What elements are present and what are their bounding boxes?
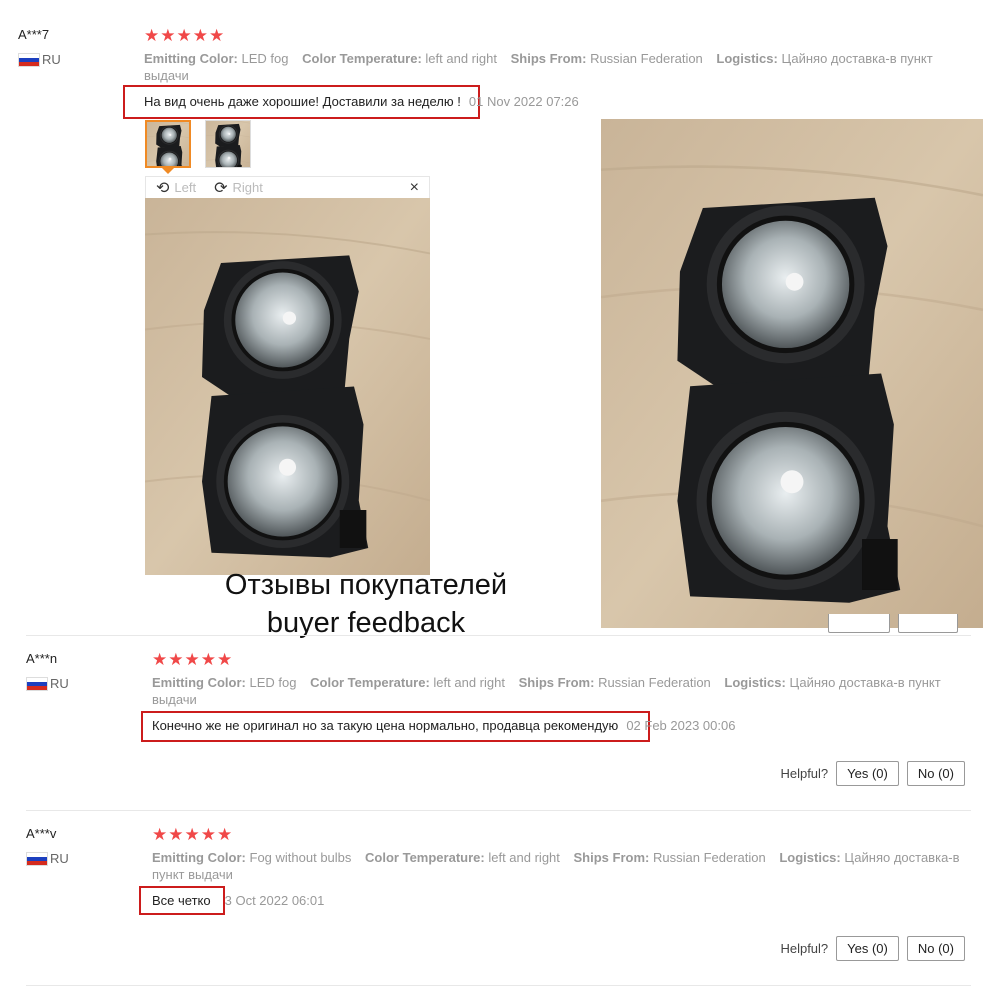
review-comment-row: Все четко 3 Oct 2022 06:01 — [152, 893, 324, 908]
review-comment: Конечно же не оригинал но за такую цена … — [152, 718, 619, 733]
review-comment-row: Конечно же не оригинал но за такую цена … — [152, 718, 735, 733]
product-attributes: Emitting Color: LED fog Color Temperatur… — [144, 51, 933, 83]
country-code: RU — [50, 676, 69, 691]
review-divider — [26, 810, 971, 811]
yes-button[interactable]: Yes (0) — [836, 761, 899, 786]
country-code: RU — [42, 52, 61, 67]
reviewer-country: RU — [26, 851, 69, 866]
helpful-voting: Helpful? Yes (0) No (0) — [780, 761, 965, 786]
helpful-voting: Helpful? Yes (0) No (0) — [780, 936, 965, 961]
photo-thumbnail[interactable] — [145, 120, 191, 168]
reviewer-country: RU — [26, 676, 69, 691]
review-date: 3 Oct 2022 06:01 — [224, 893, 325, 908]
enlarged-review-photo[interactable] — [145, 198, 430, 575]
review-comment: Все четко — [152, 893, 211, 908]
thumbnail-pointer — [162, 168, 174, 174]
rotate-right-icon: ⟳ — [214, 179, 228, 197]
country-code: RU — [50, 851, 69, 866]
no-button[interactable]: No (0) — [906, 936, 965, 961]
emitting-color-value: Fog without bulbs — [249, 850, 352, 865]
helpful-label: Helpful? — [780, 941, 829, 956]
reviewer-name: A***n — [26, 651, 58, 666]
photo-thumbnail[interactable] — [205, 120, 251, 168]
hidden-yes-button[interactable] — [828, 614, 890, 633]
helpful-label: Helpful? — [780, 766, 829, 781]
close-icon[interactable]: × — [410, 179, 419, 197]
ships-from-value: Russian Federation — [652, 850, 766, 865]
russia-flag-icon — [26, 851, 48, 866]
color-temperature-value: left and right — [433, 675, 505, 690]
yes-button[interactable]: Yes (0) — [836, 936, 899, 961]
emitting-color-value: LED fog — [249, 675, 297, 690]
review-date: 01 Nov 2022 07:26 — [468, 94, 579, 109]
ships-from-value: Russian Federation — [590, 51, 703, 66]
feedback-caption: Отзывы покупателей buyer feedback — [186, 566, 546, 642]
reviewer-name: A***7 — [18, 27, 50, 42]
rotate-left-icon: ⟲ — [156, 179, 170, 197]
russia-flag-icon — [18, 52, 40, 67]
color-temperature-value: left and right — [425, 51, 497, 66]
emitting-color-value: LED fog — [241, 51, 289, 66]
review-date: 02 Feb 2023 00:06 — [626, 718, 736, 733]
product-attributes: Emitting Color: Fog without bulbs Color … — [152, 850, 960, 882]
star-rating: ★★★★★ — [144, 26, 226, 45]
caption-line-en: buyer feedback — [266, 607, 466, 639]
review-comment-row: На вид очень даже хорошие! Доставили за … — [144, 94, 579, 109]
product-photo — [601, 119, 983, 628]
rotate-left-button[interactable]: ⟲ Left — [156, 178, 196, 198]
review-comment: На вид очень даже хорошие! Доставили за … — [144, 94, 461, 109]
reviewer-name: A***v — [26, 826, 57, 841]
star-rating: ★★★★★ — [152, 650, 234, 669]
rotate-right-button[interactable]: ⟳ Right — [214, 178, 263, 198]
reviewer-country: RU — [18, 52, 61, 67]
no-button[interactable]: No (0) — [906, 761, 965, 786]
hidden-no-button[interactable] — [898, 614, 958, 633]
image-viewer-toolbar: ⟲ Left ⟳ Right × — [145, 176, 430, 198]
star-rating: ★★★★★ — [152, 825, 234, 844]
product-attributes: Emitting Color: LED fog Color Temperatur… — [152, 675, 941, 707]
caption-line-ru: Отзывы покупателей — [224, 569, 508, 601]
color-temperature-value: left and right — [488, 850, 560, 865]
russia-flag-icon — [26, 676, 48, 691]
ships-from-value: Russian Federation — [598, 675, 711, 690]
review-divider — [26, 985, 971, 986]
review-divider — [26, 635, 971, 636]
